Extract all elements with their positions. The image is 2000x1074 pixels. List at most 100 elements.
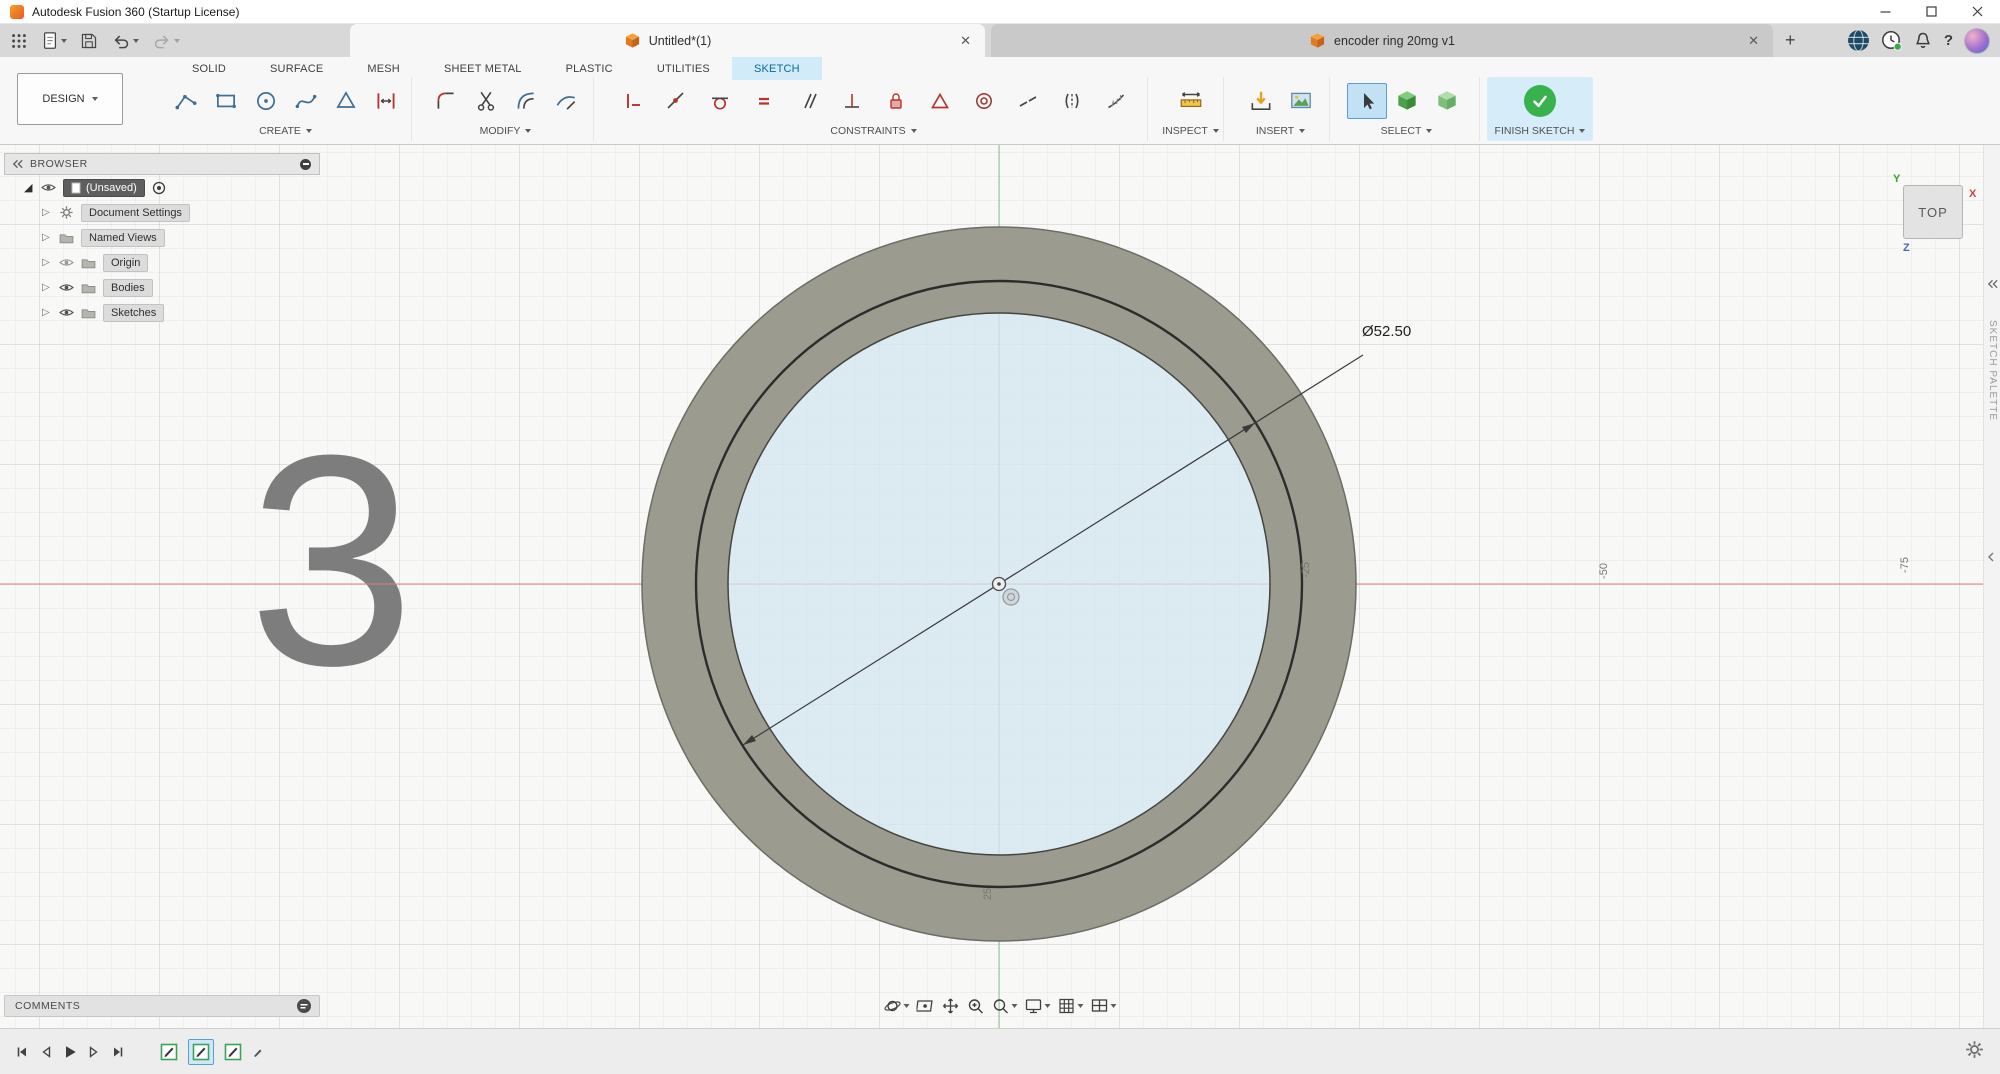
symmetry-constraint-button[interactable] bbox=[1050, 83, 1094, 119]
user-avatar[interactable] bbox=[1964, 28, 1990, 54]
midpoint-constraint-button[interactable] bbox=[918, 83, 962, 119]
expand-triangle-icon[interactable]: ▷ bbox=[42, 257, 52, 268]
job-status-clock-icon[interactable] bbox=[1881, 30, 1902, 51]
tangent-constraint-button[interactable] bbox=[698, 83, 742, 119]
document-tab-active[interactable]: Untitled*(1) ✕ bbox=[350, 24, 985, 57]
app-grid-button[interactable] bbox=[10, 32, 28, 50]
new-document-button[interactable]: + bbox=[1785, 24, 1796, 57]
expand-triangle-icon[interactable]: ▷ bbox=[42, 282, 52, 293]
trim-tool-button[interactable] bbox=[466, 83, 506, 119]
measure-tool-button[interactable] bbox=[1171, 83, 1211, 119]
offset-tool-button[interactable] bbox=[506, 83, 546, 119]
fit-button[interactable] bbox=[992, 997, 1018, 1015]
group-label-constraints[interactable]: CONSTRAINTS bbox=[830, 125, 916, 141]
coincident-constraint-button[interactable] bbox=[654, 83, 698, 119]
polygon-tool-button[interactable] bbox=[326, 83, 366, 119]
group-label-create[interactable]: CREATE bbox=[259, 125, 312, 141]
dimension-value[interactable]: Ø52.50 bbox=[1362, 323, 1411, 340]
grid-settings-button[interactable] bbox=[1058, 997, 1084, 1015]
comment-bubble-icon[interactable] bbox=[296, 998, 312, 1014]
timeline-sketch-feature[interactable] bbox=[156, 1039, 182, 1065]
equal-constraint-button[interactable] bbox=[742, 83, 786, 119]
help-icon[interactable]: ? bbox=[1944, 32, 1953, 49]
expand-triangle-icon[interactable]: ▷ bbox=[42, 307, 52, 318]
viewcube-face-label[interactable]: TOP bbox=[1918, 205, 1948, 220]
sketch-palette-label[interactable]: SKETCH PALETTE bbox=[1987, 320, 1998, 421]
browser-item-label[interactable]: Document Settings bbox=[81, 204, 190, 222]
collinear-constraint-button[interactable] bbox=[1006, 83, 1050, 119]
fix-unfix-constraint-button[interactable] bbox=[874, 83, 918, 119]
close-tab-button[interactable]: ✕ bbox=[960, 34, 971, 47]
document-root-node[interactable]: (Unsaved) bbox=[63, 179, 145, 197]
timeline-sketch-feature-selected[interactable] bbox=[188, 1039, 214, 1065]
insert-canvas-button[interactable] bbox=[1281, 83, 1321, 119]
visibility-eye-icon[interactable] bbox=[41, 182, 56, 193]
group-label-modify[interactable]: MODIFY bbox=[480, 125, 532, 141]
extensions-globe-icon[interactable] bbox=[1847, 29, 1870, 52]
maximize-button[interactable] bbox=[1908, 0, 1954, 23]
close-tab-button[interactable]: ✕ bbox=[1748, 34, 1759, 47]
body-select-button[interactable] bbox=[1387, 83, 1427, 119]
redo-button[interactable] bbox=[152, 32, 180, 50]
browser-item-label[interactable]: Sketches bbox=[103, 304, 164, 322]
display-settings-button[interactable] bbox=[1025, 997, 1051, 1015]
expand-triangle-icon[interactable]: ◢ bbox=[24, 181, 34, 194]
browser-root-row[interactable]: ◢ (Unsaved) bbox=[4, 175, 320, 200]
orbit-button[interactable] bbox=[884, 997, 910, 1015]
close-window-button[interactable] bbox=[1954, 0, 2000, 23]
minimize-button[interactable] bbox=[1862, 0, 1908, 23]
workspace-switcher-button[interactable]: DESIGN bbox=[17, 73, 123, 125]
save-button[interactable] bbox=[80, 32, 98, 50]
collapse-panel-icon[interactable] bbox=[1986, 278, 1999, 290]
visibility-eye-icon[interactable] bbox=[59, 307, 74, 318]
comments-bar[interactable]: COMMENTS bbox=[4, 995, 320, 1017]
browser-item-document-settings[interactable]: ▷ Document Settings bbox=[4, 200, 320, 225]
component-select-button[interactable] bbox=[1427, 83, 1467, 119]
horizontal-vertical-constraint-button[interactable] bbox=[610, 83, 654, 119]
zoom-button[interactable] bbox=[967, 997, 985, 1015]
timeline-go-to-end-button[interactable] bbox=[106, 1040, 130, 1064]
parallel-constraint-button[interactable] bbox=[786, 83, 830, 119]
browser-item-bodies[interactable]: ▷ Bodies bbox=[4, 275, 320, 300]
browser-item-label[interactable]: Origin bbox=[103, 254, 148, 272]
browser-item-label[interactable]: Bodies bbox=[103, 279, 153, 297]
insert-button[interactable] bbox=[1241, 83, 1281, 119]
browser-item-named-views[interactable]: ▷ Named Views bbox=[4, 225, 320, 250]
collapse-browser-icon[interactable] bbox=[11, 158, 24, 170]
perpendicular-constraint-button[interactable] bbox=[830, 83, 874, 119]
circle-tool-button[interactable] bbox=[246, 83, 286, 119]
expand-triangle-icon[interactable]: ▷ bbox=[42, 232, 52, 243]
pan-button[interactable] bbox=[942, 997, 960, 1015]
concentric-constraint-button[interactable] bbox=[962, 83, 1006, 119]
timeline-step-back-button[interactable] bbox=[34, 1040, 58, 1064]
browser-item-origin[interactable]: ▷ Origin bbox=[4, 250, 320, 275]
timeline-go-to-start-button[interactable] bbox=[10, 1040, 34, 1064]
rectangle-tool-button[interactable] bbox=[206, 83, 246, 119]
timeline-play-button[interactable] bbox=[58, 1040, 82, 1064]
group-label-inspect[interactable]: INSPECT bbox=[1162, 125, 1219, 141]
file-menu-button[interactable] bbox=[41, 31, 67, 51]
document-tab-inactive[interactable]: encoder ring 20mg v1 ✕ bbox=[991, 24, 1773, 57]
expand-triangle-icon[interactable]: ▷ bbox=[42, 207, 52, 218]
finish-sketch-button[interactable]: FINISH SKETCH bbox=[1487, 77, 1593, 141]
notifications-bell-icon[interactable] bbox=[1913, 31, 1933, 51]
viewcube[interactable]: TOP bbox=[1903, 185, 1963, 239]
group-label-select[interactable]: SELECT bbox=[1381, 125, 1433, 141]
activate-target-icon[interactable] bbox=[152, 181, 166, 195]
timeline-step-forward-button[interactable] bbox=[82, 1040, 106, 1064]
expand-panel-chevron-icon[interactable] bbox=[1986, 551, 1996, 563]
look-at-button[interactable] bbox=[917, 997, 935, 1015]
sketch-dimension-button[interactable] bbox=[366, 83, 406, 119]
browser-item-label[interactable]: Named Views bbox=[81, 229, 165, 247]
viewport[interactable]: 3 Ø52.50 -25 -50 -75 25 TOP bbox=[0, 145, 2000, 1028]
select-cursor-button[interactable] bbox=[1347, 83, 1387, 119]
timeline-settings-button[interactable] bbox=[1965, 1040, 1984, 1064]
visibility-eye-icon[interactable] bbox=[59, 257, 74, 268]
line-tool-button[interactable] bbox=[166, 83, 206, 119]
group-label-insert[interactable]: INSERT bbox=[1256, 125, 1305, 141]
extend-tool-button[interactable] bbox=[546, 83, 586, 119]
browser-header[interactable]: BROWSER bbox=[4, 153, 320, 175]
undo-button[interactable] bbox=[111, 32, 139, 50]
timeline-sketch-feature-editing[interactable] bbox=[220, 1039, 246, 1065]
browser-options-icon[interactable] bbox=[300, 159, 311, 170]
